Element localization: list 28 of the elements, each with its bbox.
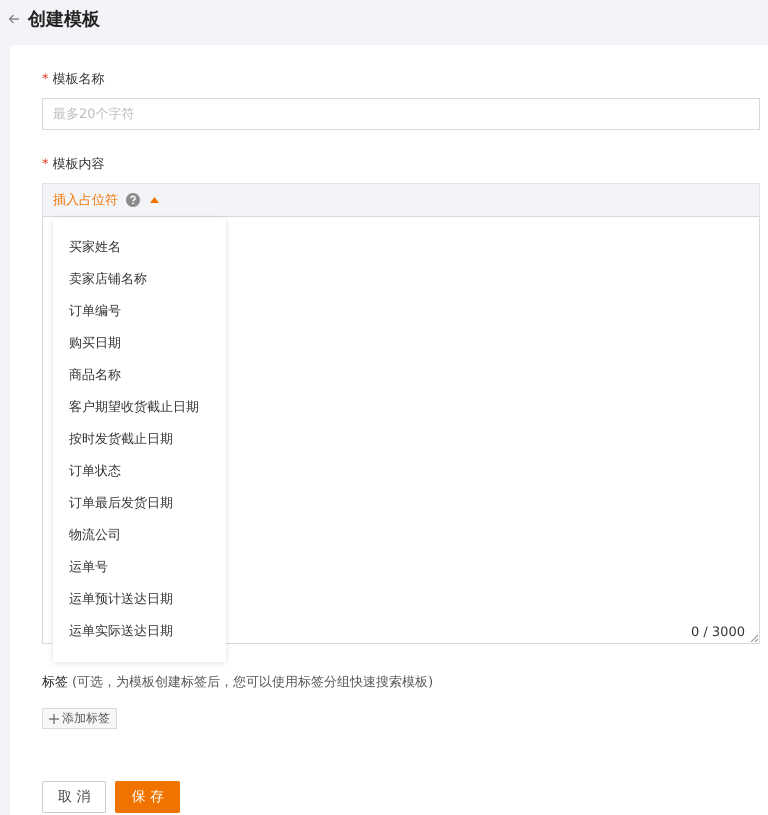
character-counter: 0 / 3000: [691, 625, 745, 640]
menu-item[interactable]: 客户期望收货截止日期: [53, 392, 226, 424]
menu-item[interactable]: 订单状态: [53, 456, 226, 488]
cancel-button[interactable]: 取 消: [42, 781, 106, 813]
add-tag-button[interactable]: 添加标签: [42, 708, 117, 729]
field-label: 模板内容: [52, 156, 104, 174]
menu-item[interactable]: 运单号: [53, 552, 226, 584]
page-title: 创建模板: [28, 8, 100, 31]
menu-item[interactable]: 买家姓名: [53, 232, 226, 264]
menu-item[interactable]: 商品名称: [53, 360, 226, 392]
resize-grip-icon[interactable]: [750, 634, 758, 642]
plus-icon: [49, 714, 59, 724]
help-icon[interactable]: [126, 193, 140, 207]
menu-item[interactable]: 购买日期: [53, 328, 226, 360]
back-arrow-icon[interactable]: [8, 14, 20, 24]
caret-up-icon[interactable]: [150, 197, 159, 203]
tags-hint: (可选，为模板创建标签后，您可以使用标签分组快速搜索模板): [72, 675, 434, 690]
required-mark: *: [42, 71, 48, 89]
tags-label: 标签: [42, 675, 68, 690]
menu-item[interactable]: 订单最后发货日期: [53, 488, 226, 520]
required-mark: *: [42, 156, 48, 174]
menu-item[interactable]: 订单编号: [53, 296, 226, 328]
input-field[interactable]: 最多20个字符: [42, 98, 760, 130]
menu-item[interactable]: 物流公司: [53, 520, 226, 552]
menu-item[interactable]: 按时发货截止日期: [53, 424, 226, 456]
menu-item[interactable]: 卖家店铺名称: [53, 264, 226, 296]
menu-item[interactable]: 运单预计送达日期: [53, 584, 226, 616]
field-label: 模板名称: [52, 71, 104, 89]
